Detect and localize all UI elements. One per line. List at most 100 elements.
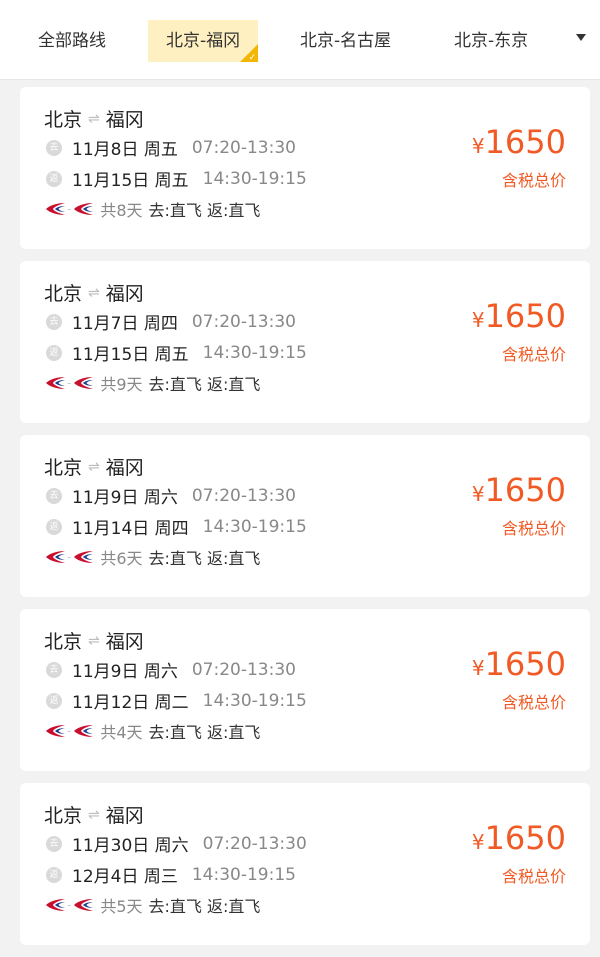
trip-duration: 共5天 xyxy=(100,897,143,916)
trip-card[interactable]: 北京 ⇌ 福冈 去 11月7日 周四 07:20-13:30 返 11月15日 … xyxy=(20,261,590,423)
return-time: 14:30-19:15 xyxy=(202,516,307,537)
trip-duration: 共4天 xyxy=(100,723,143,742)
airline-logos: - xyxy=(44,897,94,913)
tab-beijing-nagoya[interactable]: 北京-名古屋 xyxy=(300,20,391,62)
trip-meta: - 共6天 去:直飞 返:直飞 xyxy=(44,545,260,569)
destination-city: 福冈 xyxy=(105,283,144,305)
trip-card[interactable]: 北京 ⇌ 福冈 去 11月8日 周五 07:20-13:30 返 11月15日 … xyxy=(20,87,590,249)
trip-card[interactable]: 北京 ⇌ 福冈 去 11月9日 周六 07:20-13:30 返 11月14日 … xyxy=(20,435,590,597)
origin-city: 北京 xyxy=(44,805,83,827)
outbound-time: 07:20-13:30 xyxy=(191,137,296,158)
airline-logos: - xyxy=(44,375,94,391)
depart-tag-icon: 去 xyxy=(46,835,62,852)
origin-city: 北京 xyxy=(44,109,83,131)
price: ¥1650 xyxy=(472,819,566,857)
route-tab-bar: 全部路线 北京-福冈 ✓ 北京-名古屋 北京-东京 xyxy=(0,0,600,80)
currency-symbol: ¥ xyxy=(471,830,485,854)
outbound-time: 07:20-13:30 xyxy=(202,833,307,854)
outbound-leg: 去 11月9日 周六 07:20-13:30 xyxy=(46,657,296,682)
currency-symbol: ¥ xyxy=(471,134,485,158)
price-note: 含税总价 xyxy=(501,345,566,364)
price-amount: 1650 xyxy=(484,819,566,857)
airline-logo-icon xyxy=(74,551,94,563)
trip-meta: - 共5天 去:直飞 返:直飞 xyxy=(44,893,260,917)
route-title: 北京 ⇌ 福冈 xyxy=(44,627,144,654)
airline-logo-icon xyxy=(74,899,94,911)
currency-symbol: ¥ xyxy=(471,308,485,332)
swap-icon: ⇌ xyxy=(88,632,100,649)
price-amount: 1650 xyxy=(484,297,566,335)
outbound-leg: 去 11月7日 周四 07:20-13:30 xyxy=(46,309,296,334)
tab-all-routes[interactable]: 全部路线 xyxy=(38,20,106,62)
depart-tag-icon: 去 xyxy=(46,313,62,330)
currency-symbol: ¥ xyxy=(471,482,485,506)
dash-divider: - xyxy=(67,724,72,738)
trip-meta: - 共4天 去:直飞 返:直飞 xyxy=(44,719,260,743)
price: ¥1650 xyxy=(472,471,566,509)
return-date: 11月12日 周二 xyxy=(72,693,189,713)
destination-city: 福冈 xyxy=(105,631,144,653)
swap-icon: ⇌ xyxy=(88,110,100,127)
outbound-time: 07:20-13:30 xyxy=(191,311,296,332)
outbound-date: 11月9日 周六 xyxy=(72,488,178,508)
outbound-date: 11月30日 周六 xyxy=(72,836,189,856)
airline-logo-icon xyxy=(74,203,94,215)
tab-beijing-fukuoka[interactable]: 北京-福冈 ✓ xyxy=(148,20,259,62)
tab-beijing-tokyo[interactable]: 北京-东京 xyxy=(454,20,528,62)
airline-logos: - xyxy=(44,723,94,739)
return-tag-icon: 返 xyxy=(46,692,62,709)
return-date: 11月14日 周四 xyxy=(72,519,189,539)
price-note: 含税总价 xyxy=(501,867,566,886)
dash-divider: - xyxy=(67,376,72,390)
outbound-time: 07:20-13:30 xyxy=(191,659,296,680)
price-note: 含税总价 xyxy=(501,519,566,538)
outbound-date: 11月9日 周六 xyxy=(72,662,178,682)
route-title: 北京 ⇌ 福冈 xyxy=(44,279,144,306)
price-amount: 1650 xyxy=(484,471,566,509)
return-date: 11月15日 周五 xyxy=(72,345,189,365)
dash-divider: - xyxy=(67,550,72,564)
return-leg: 返 11月15日 周五 14:30-19:15 xyxy=(46,340,307,365)
airline-logo-icon xyxy=(46,203,65,215)
outbound-leg: 去 11月9日 周六 07:20-13:30 xyxy=(46,483,296,508)
origin-city: 北京 xyxy=(44,283,83,305)
outbound-time: 07:20-13:30 xyxy=(191,485,296,506)
price-note: 含税总价 xyxy=(501,171,566,190)
price: ¥1650 xyxy=(472,297,566,335)
flight-type: 去:直飞 返:直飞 xyxy=(148,375,261,394)
return-leg: 返 12月4日 周三 14:30-19:15 xyxy=(46,862,296,887)
destination-city: 福冈 xyxy=(105,805,144,827)
return-tag-icon: 返 xyxy=(46,344,62,361)
trip-duration: 共6天 xyxy=(100,549,143,568)
outbound-date: 11月8日 周五 xyxy=(72,140,178,160)
depart-tag-icon: 去 xyxy=(46,487,62,504)
outbound-leg: 去 11月30日 周六 07:20-13:30 xyxy=(46,831,307,856)
trip-card[interactable]: 北京 ⇌ 福冈 去 11月9日 周六 07:20-13:30 返 11月12日 … xyxy=(20,609,590,771)
return-time: 14:30-19:15 xyxy=(202,690,307,711)
price-note: 含税总价 xyxy=(501,693,566,712)
route-title: 北京 ⇌ 福冈 xyxy=(44,453,144,480)
return-tag-icon: 返 xyxy=(46,170,62,187)
trip-card[interactable]: 北京 ⇌ 福冈 去 11月30日 周六 07:20-13:30 返 12月4日 … xyxy=(20,783,590,945)
chevron-down-icon[interactable] xyxy=(576,34,586,41)
price: ¥1650 xyxy=(472,645,566,683)
outbound-date: 11月7日 周四 xyxy=(72,314,178,334)
return-tag-icon: 返 xyxy=(46,866,62,883)
swap-icon: ⇌ xyxy=(88,284,100,301)
swap-icon: ⇌ xyxy=(88,458,100,475)
route-title: 北京 ⇌ 福冈 xyxy=(44,801,144,828)
depart-tag-icon: 去 xyxy=(46,661,62,678)
swap-icon: ⇌ xyxy=(88,806,100,823)
airline-logos: - xyxy=(44,201,94,217)
dash-divider: - xyxy=(67,202,72,216)
flight-type: 去:直飞 返:直飞 xyxy=(148,549,261,568)
return-time: 14:30-19:15 xyxy=(202,168,307,189)
airline-logos: - xyxy=(44,549,94,565)
trip-meta: - 共9天 去:直飞 返:直飞 xyxy=(44,371,260,395)
return-time: 14:30-19:15 xyxy=(191,864,296,885)
tab-label: 北京-福冈 xyxy=(166,31,241,51)
return-date: 11月15日 周五 xyxy=(72,171,189,191)
dash-divider: - xyxy=(67,898,72,912)
flight-type: 去:直飞 返:直飞 xyxy=(148,201,261,220)
airline-logo-icon xyxy=(46,377,65,389)
